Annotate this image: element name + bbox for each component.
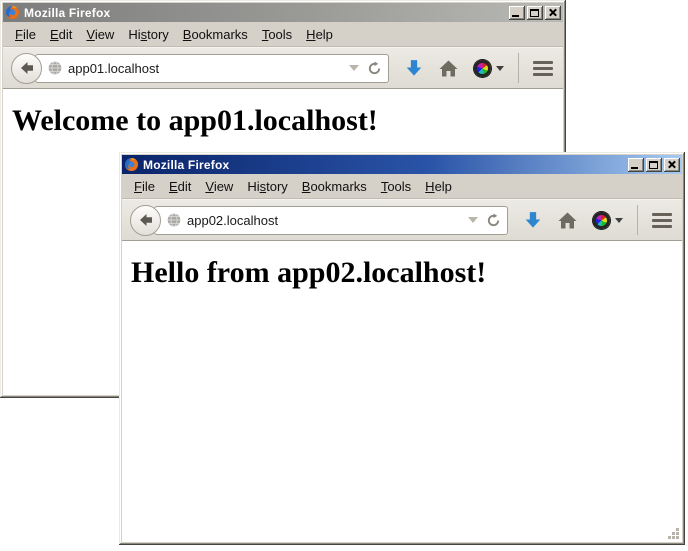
menu-button[interactable]: [533, 61, 553, 76]
menu-item-help[interactable]: Help: [300, 25, 339, 44]
menu-item-tools[interactable]: Tools: [375, 177, 417, 196]
menu-bar: FileEditViewHistoryBookmarksToolsHelp: [122, 174, 682, 199]
page-heading: Welcome to app01.localhost!: [12, 104, 555, 138]
menu-item-history[interactable]: History: [122, 25, 174, 44]
url-input[interactable]: [68, 61, 345, 76]
page-content: Hello from app02.localhost!: [122, 241, 682, 542]
menu-item-help[interactable]: Help: [419, 177, 458, 196]
download-button[interactable]: [524, 211, 542, 229]
firefox-logo-icon: [124, 157, 139, 172]
minimize-button[interactable]: [509, 6, 525, 20]
globe-icon: [48, 61, 62, 75]
download-button[interactable]: [405, 59, 423, 77]
close-icon: [664, 158, 680, 172]
back-arrow-icon: [138, 212, 154, 228]
home-button[interactable]: [439, 60, 458, 77]
menu-item-view[interactable]: View: [199, 177, 239, 196]
url-input[interactable]: [187, 213, 464, 228]
navigation-toolbar: [122, 199, 682, 241]
minimize-icon: [512, 15, 519, 17]
menu-item-edit[interactable]: Edit: [44, 25, 78, 44]
globe-icon: [167, 213, 181, 227]
window-title: Mozilla Firefox: [24, 6, 509, 20]
back-button[interactable]: [11, 53, 42, 84]
toolbar-separator: [637, 205, 638, 235]
hamburger-icon: [652, 213, 672, 228]
menu-item-file[interactable]: File: [128, 177, 161, 196]
maximize-button[interactable]: [646, 158, 662, 172]
close-button[interactable]: [545, 6, 561, 20]
back-button[interactable]: [130, 205, 161, 236]
resize-grip[interactable]: [666, 526, 680, 540]
url-dropdown-icon[interactable]: [349, 65, 359, 71]
chevron-down-icon: [496, 66, 504, 71]
window-title: Mozilla Firefox: [143, 158, 628, 172]
colorwheel-extension-button[interactable]: [474, 60, 504, 77]
chevron-down-icon: [615, 218, 623, 223]
menu-item-bookmarks[interactable]: Bookmarks: [296, 177, 373, 196]
toolbar-separator: [518, 53, 519, 83]
navigation-toolbar: [3, 47, 563, 89]
reload-icon[interactable]: [367, 61, 382, 76]
title-bar[interactable]: Mozilla Firefox: [3, 3, 563, 22]
back-arrow-icon: [19, 60, 35, 76]
home-icon: [558, 212, 577, 229]
menu-item-tools[interactable]: Tools: [256, 25, 298, 44]
maximize-icon: [649, 161, 658, 169]
maximize-button[interactable]: [527, 6, 543, 20]
menu-item-view[interactable]: View: [80, 25, 120, 44]
menu-bar: FileEditViewHistoryBookmarksToolsHelp: [3, 22, 563, 47]
download-arrow-icon: [405, 59, 423, 77]
close-button[interactable]: [664, 158, 680, 172]
firefox-window-app02: Mozilla Firefox FileEditViewHistoryBookm…: [119, 152, 685, 545]
color-wheel-icon: [474, 60, 491, 77]
home-button[interactable]: [558, 212, 577, 229]
url-bar[interactable]: [154, 206, 508, 235]
menu-item-edit[interactable]: Edit: [163, 177, 197, 196]
home-icon: [439, 60, 458, 77]
menu-item-file[interactable]: File: [9, 25, 42, 44]
minimize-icon: [631, 167, 638, 169]
minimize-button[interactable]: [628, 158, 644, 172]
menu-button[interactable]: [652, 213, 672, 228]
menu-item-bookmarks[interactable]: Bookmarks: [177, 25, 254, 44]
close-icon: [545, 6, 561, 20]
title-bar[interactable]: Mozilla Firefox: [122, 155, 682, 174]
url-dropdown-icon[interactable]: [468, 217, 478, 223]
menu-item-history[interactable]: History: [241, 177, 293, 196]
color-wheel-icon: [593, 212, 610, 229]
page-heading: Hello from app02.localhost!: [131, 256, 674, 290]
colorwheel-extension-button[interactable]: [593, 212, 623, 229]
hamburger-icon: [533, 61, 553, 76]
firefox-logo-icon: [5, 5, 20, 20]
url-bar[interactable]: [35, 54, 389, 83]
reload-icon[interactable]: [486, 213, 501, 228]
download-arrow-icon: [524, 211, 542, 229]
maximize-icon: [530, 9, 539, 17]
